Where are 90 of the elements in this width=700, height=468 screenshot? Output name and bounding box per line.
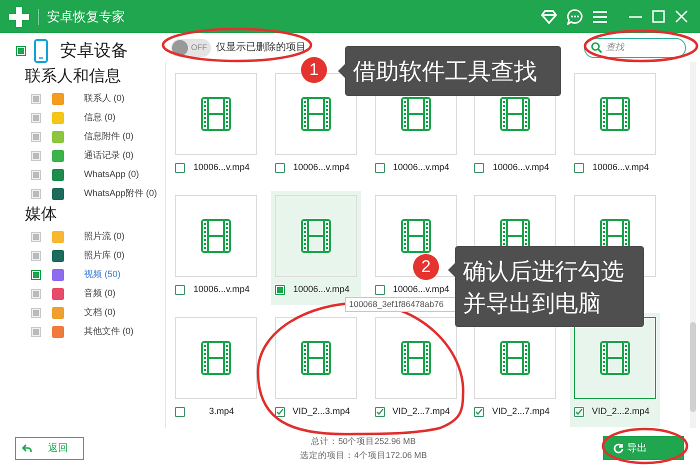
file-name: 10006...v.mp4 — [192, 283, 251, 296]
checkbox[interactable] — [31, 188, 41, 198]
checkbox[interactable] — [474, 162, 484, 173]
menu-icon[interactable] — [593, 10, 607, 22]
file-name: 10006...v.mp4 — [292, 161, 350, 174]
sidebar-item[interactable]: 音频 (0) — [16, 284, 163, 303]
file-name: VID_2...3.mp4 — [292, 405, 352, 418]
refresh-icon — [613, 442, 624, 454]
section-heading: 联系人和信息 — [24, 66, 122, 87]
checkbox[interactable] — [374, 284, 385, 295]
checkbox[interactable] — [274, 162, 285, 173]
film-icon — [201, 97, 231, 131]
device-label: 安卓设备 — [60, 40, 128, 62]
checkbox[interactable] — [31, 270, 41, 280]
file-name: 10006...v.mp4 — [492, 161, 550, 174]
sidebar-item[interactable]: WhatsApp附件 (0) — [16, 184, 163, 203]
sidebar-item[interactable]: 信息 (0) — [16, 108, 163, 127]
checkbox[interactable] — [574, 406, 584, 417]
film-icon — [400, 97, 431, 131]
checkbox[interactable] — [274, 406, 285, 417]
sidebar-item[interactable]: 其他文件 (0) — [16, 322, 163, 341]
film-icon — [201, 219, 231, 253]
chat-icon[interactable] — [567, 8, 583, 24]
checkbox[interactable] — [31, 132, 41, 142]
phone-icon — [34, 39, 48, 63]
checkbox[interactable] — [374, 406, 385, 417]
file-name: 10006...v.mp4 — [592, 161, 650, 174]
film-icon — [201, 341, 231, 375]
checkbox[interactable] — [31, 150, 41, 160]
checkbox[interactable] — [16, 46, 26, 56]
sidebar-item[interactable]: 视频 (50) — [16, 265, 163, 284]
checkbox[interactable] — [175, 406, 185, 417]
checkbox[interactable] — [274, 284, 285, 295]
checkbox[interactable] — [31, 170, 41, 180]
file-name: VID_2...2.mp4 — [590, 405, 650, 418]
checkbox[interactable] — [31, 288, 41, 298]
section-heading: 媒体 — [24, 205, 58, 225]
checkbox[interactable] — [31, 112, 41, 122]
checkbox[interactable] — [31, 94, 41, 104]
search-icon — [591, 42, 602, 53]
film-icon — [500, 97, 530, 131]
checkbox[interactable] — [31, 232, 41, 242]
sidebar-item[interactable]: 信息附件 (0) — [16, 127, 163, 146]
scrollbar[interactable] — [690, 62, 696, 428]
film-icon — [300, 219, 331, 253]
file-name: 10006...v.mp4 — [292, 283, 350, 296]
diamond-icon[interactable] — [541, 10, 557, 24]
window-title: 安卓恢复专家 — [47, 8, 125, 26]
film-icon — [400, 341, 431, 375]
file-name: 10006...v.mp4 — [392, 283, 450, 296]
checkbox[interactable] — [574, 162, 584, 173]
checkbox[interactable] — [474, 406, 484, 417]
search-input[interactable]: 查找 — [606, 40, 676, 54]
callout-pointer — [448, 263, 455, 277]
selected-summary: 选定的项目：4个项目172.06 MB — [300, 449, 427, 462]
callout-pointer — [338, 64, 345, 78]
search-field[interactable]: 查找 — [584, 38, 686, 58]
sidebar-item[interactable]: 通话记录 (0) — [16, 146, 163, 165]
checkbox[interactable] — [374, 162, 385, 173]
maximize-icon[interactable] — [652, 10, 665, 23]
step-badge-tooltip: 1 — [301, 57, 327, 83]
file-name: 10006...v.mp4 — [192, 161, 251, 174]
film-icon — [600, 97, 630, 131]
sidebar-item[interactable]: 文档 (0) — [16, 303, 163, 322]
sidebar-item[interactable]: WhatsApp (0) — [16, 165, 163, 184]
plus-logo-icon — [8, 6, 30, 28]
sidebar-item[interactable]: 照片流 (0) — [16, 227, 163, 246]
checkbox[interactable] — [175, 162, 185, 173]
file-name: 3.mp4 — [208, 405, 235, 418]
checkbox[interactable] — [31, 308, 41, 318]
file-name: 10006...v.mp4 — [392, 161, 450, 174]
file-name: VID_2...7.mp4 — [391, 405, 451, 418]
close-icon[interactable] — [675, 10, 688, 23]
video-thumbnail[interactable] — [574, 317, 656, 399]
film-icon — [300, 341, 331, 375]
film-icon — [400, 219, 431, 253]
filter-caption: 仅显示已删除的项目 — [216, 41, 306, 55]
film-icon — [600, 341, 630, 375]
film-icon — [300, 97, 331, 131]
sidebar-item[interactable]: 照片库 (0) — [16, 246, 163, 265]
callout-tooltip: 借助软件工具查找 — [345, 46, 561, 96]
checkbox[interactable] — [31, 250, 41, 260]
file-name: VID_2...7.mp4 — [491, 405, 551, 418]
return-arrow-icon — [22, 444, 32, 452]
film-icon — [500, 341, 530, 375]
checkbox[interactable] — [175, 284, 185, 295]
checkbox[interactable] — [31, 326, 41, 336]
total-summary: 总计：50个项目252.96 MB — [311, 435, 416, 448]
sidebar-item[interactable]: 联系人 (0) — [16, 89, 163, 108]
callout-tooltip: 确认后进行勾选并导出到电脑 — [455, 246, 644, 327]
